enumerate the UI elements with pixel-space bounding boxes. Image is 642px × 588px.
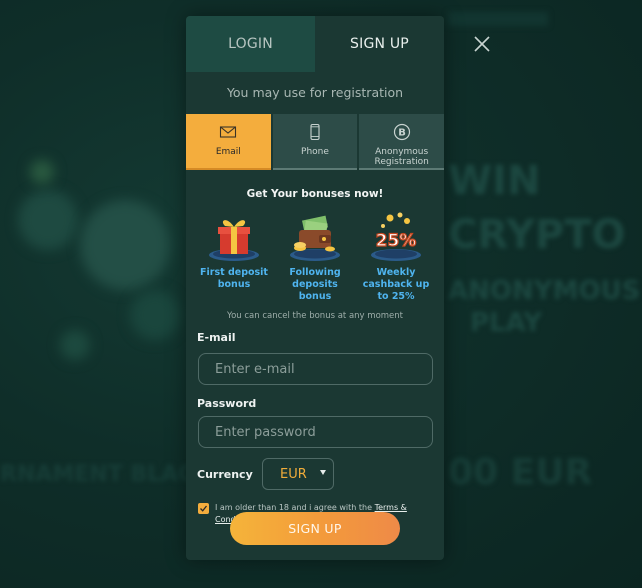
chevron-down-icon: [320, 470, 326, 475]
method-label: Email: [215, 147, 241, 157]
agree-text-body: I am older than 18 and i agree with the: [215, 503, 375, 512]
background-text-amount: 00 EUR: [448, 452, 593, 493]
background-blob: [60, 330, 90, 360]
bonus-cancel-note: You can cancel the bonus at any moment: [227, 311, 403, 321]
email-input[interactable]: [198, 353, 433, 385]
bitcoin-icon: B: [393, 123, 410, 141]
currency-label: Currency: [197, 467, 253, 481]
background-text-tournament: RNAMENT BLAC: [0, 462, 195, 487]
registration-modal: LOGIN SIGN UP You may use for registrati…: [186, 16, 444, 560]
email-label: E-mail: [197, 331, 236, 344]
signup-submit-button[interactable]: SIGN UP: [230, 512, 400, 545]
method-email[interactable]: Email: [186, 114, 271, 170]
background-blob: [80, 200, 170, 290]
bonus-weekly-cashback[interactable]: 25% Weekly cashback up to 25%: [356, 210, 436, 303]
agree-checkbox[interactable]: [198, 503, 209, 514]
bonus-title: Get Your bonuses now!: [246, 188, 384, 200]
password-input[interactable]: [198, 416, 433, 448]
background-blob: [18, 190, 78, 250]
background-text-anonymous: ANONYMOUS: [448, 276, 641, 306]
background-text-play: PLAY: [470, 308, 543, 338]
cashback-25-icon: 25%: [371, 212, 421, 261]
bonus-label: Weekly cashback up to 25%: [362, 267, 430, 302]
registration-hint: You may use for registration: [226, 85, 404, 100]
registration-methods: Email Phone B Anonymous Registration: [186, 114, 444, 170]
background-blob: [30, 160, 54, 184]
envelope-icon: [220, 126, 237, 138]
bonus-label: Following deposits bonus: [289, 267, 341, 302]
currency-value: EUR: [280, 466, 307, 482]
background-text-win: WIN: [448, 158, 541, 204]
bonus-following-deposits[interactable]: Following deposits bonus: [275, 210, 355, 303]
background-blob: [130, 290, 180, 340]
method-label: Anonymous Registration: [374, 147, 429, 167]
background-text-crypto: CRYPTO: [448, 212, 626, 258]
currency-row: Currency EUR: [197, 458, 444, 490]
auth-tabs: LOGIN SIGN UP: [186, 16, 444, 72]
method-label: Phone: [301, 147, 329, 157]
currency-select[interactable]: EUR: [262, 458, 334, 490]
method-anonymous[interactable]: B Anonymous Registration: [359, 114, 444, 170]
tab-login[interactable]: LOGIN: [186, 16, 315, 72]
svg-text:B: B: [398, 128, 406, 139]
close-button[interactable]: [472, 34, 492, 54]
phone-icon: [310, 123, 320, 141]
wallet-coins-icon: [290, 215, 340, 261]
gift-box-icon: [209, 220, 259, 261]
bonus-first-deposit[interactable]: First deposit bonus: [194, 210, 274, 303]
method-phone[interactable]: Phone: [272, 114, 358, 170]
background-header-blur: [448, 12, 548, 26]
checkmark-icon: [200, 505, 208, 512]
close-icon: [474, 36, 490, 52]
cashback-badge: 25%: [376, 231, 417, 251]
password-label: Password: [197, 397, 257, 410]
bonus-label: First deposit bonus: [200, 267, 268, 290]
tab-signup[interactable]: SIGN UP: [315, 16, 444, 72]
bonus-list: First deposit bonus Following deposits b…: [186, 210, 444, 303]
